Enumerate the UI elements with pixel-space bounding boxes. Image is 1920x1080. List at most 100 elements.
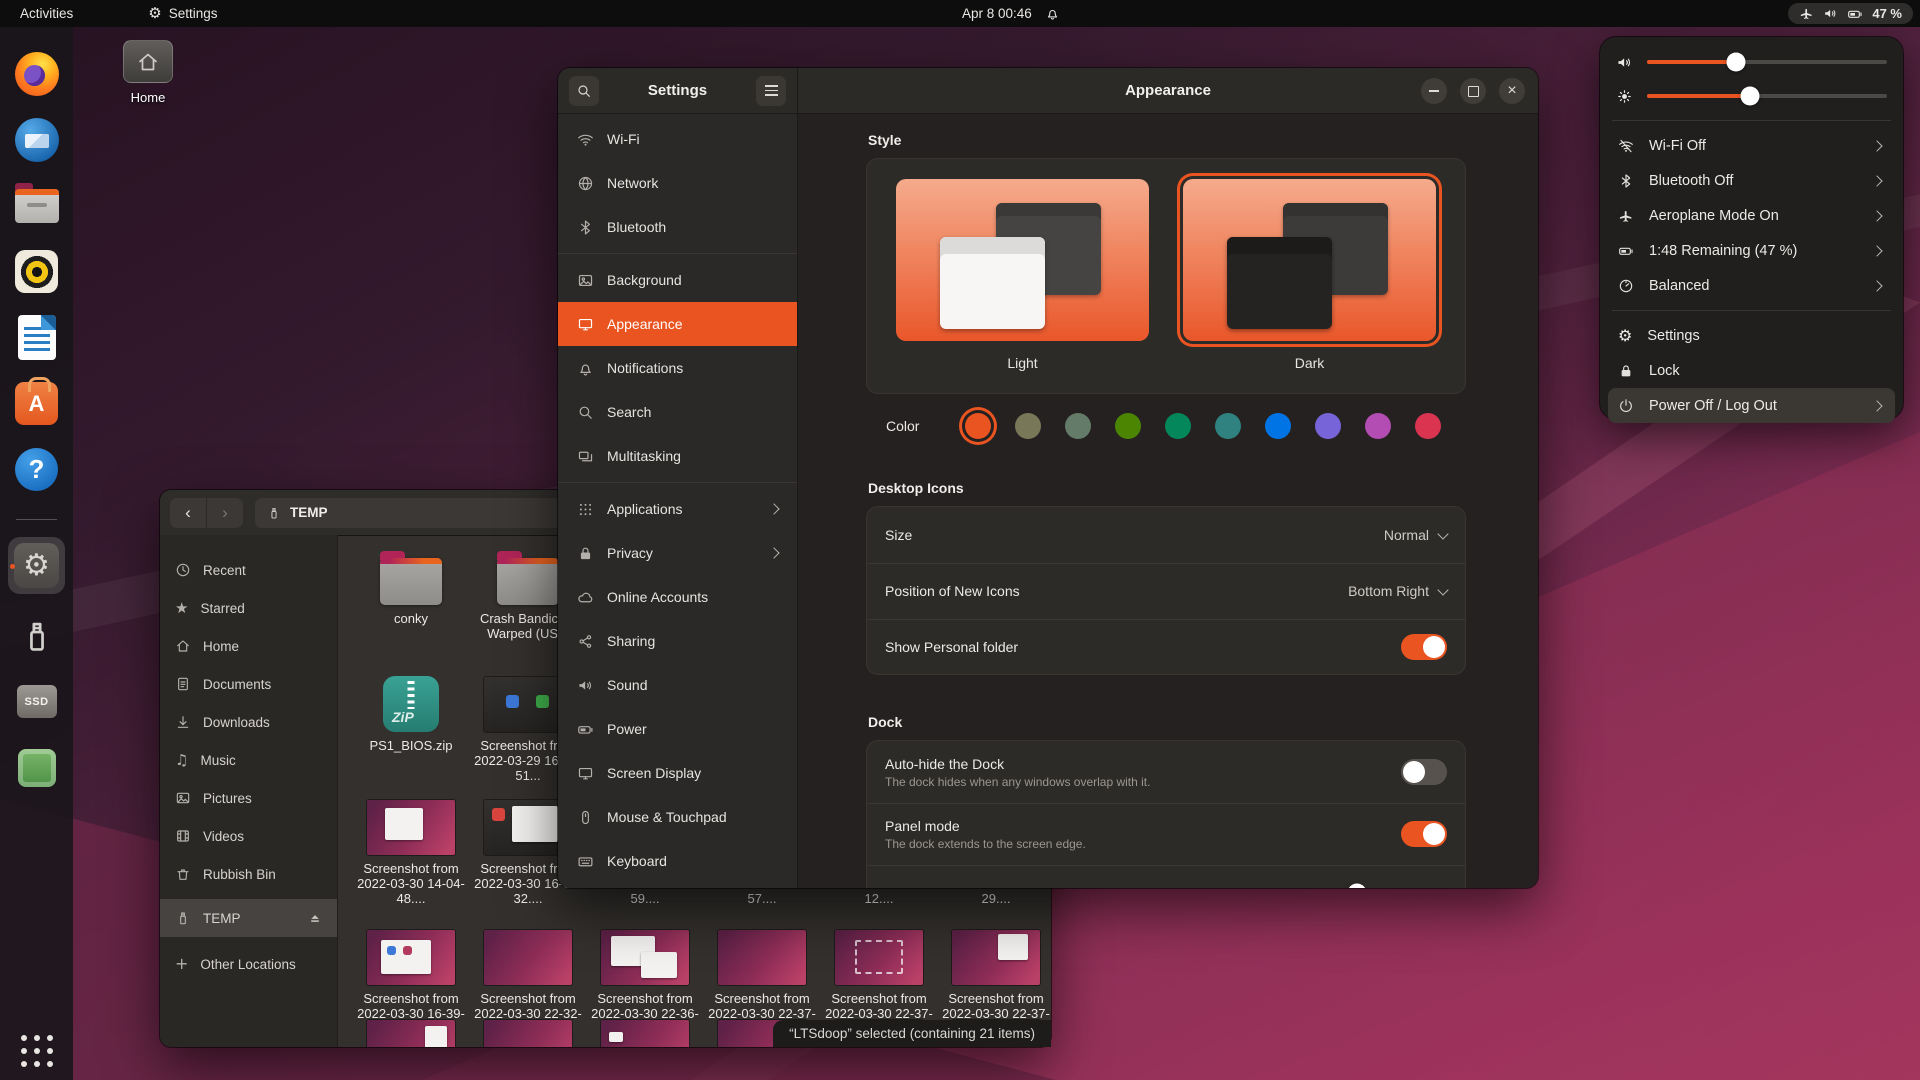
color-swatch-sage[interactable] [1065,413,1091,439]
file-folder-conky[interactable]: conky [355,545,467,626]
desktop-icons-card: Size Normal Position of New Icons Bottom… [866,506,1466,675]
maximize-button[interactable] [1460,78,1486,104]
close-button[interactable]: × [1499,78,1525,104]
menu-power-off-log-out[interactable]: Power Off / Log Out [1608,388,1895,423]
sidebar-item-home[interactable]: Home [160,627,337,665]
volume-slider[interactable] [1647,60,1887,64]
color-swatch-orange[interactable] [965,413,991,439]
drive-icon [18,749,56,787]
appearance-panel: Style Light Dark Color [798,114,1538,888]
dock-thunderbird[interactable] [8,111,65,168]
position-value: Bottom Right [1348,583,1429,599]
dock-settings[interactable]: ⚙ [8,537,65,594]
dock-libreoffice-writer[interactable] [8,309,65,366]
menu-power-mode[interactable]: Balanced [1608,268,1895,303]
dock-separator [16,519,57,520]
nav-mouse-touchpad[interactable]: Mouse & Touchpad [558,795,797,839]
primary-menu-button[interactable] [756,76,786,106]
color-swatch-bark[interactable] [1015,413,1041,439]
sidebar-item-videos[interactable]: Videos [160,817,337,855]
dock-firefox[interactable] [8,45,65,102]
color-swatch-red[interactable] [1415,413,1441,439]
nav-appearance[interactable]: Appearance [558,302,797,346]
chevron-down-icon [1437,584,1448,595]
dock-rhythmbox[interactable] [8,243,65,300]
nav-online-accounts[interactable]: Online Accounts [558,575,797,619]
dock-files[interactable] [8,177,65,234]
file-ps1-bios-zip[interactable]: PS1_BIOS.zip [355,672,467,753]
dock-ubuntu-software[interactable]: A [8,375,65,432]
path-bar[interactable]: TEMP [255,498,579,528]
nav-sound[interactable]: Sound [558,663,797,707]
desktop-icons-heading: Desktop Icons [868,480,964,496]
nav-sharing[interactable]: Sharing [558,619,797,663]
show-personal-folder-toggle[interactable] [1401,634,1447,660]
sidebar-item-rubbish-bin[interactable]: Rubbish Bin [160,855,337,893]
nav-search[interactable]: Search [558,390,797,434]
file-screenshot[interactable] [472,1015,584,1047]
eject-icon[interactable] [308,911,322,925]
nav-bluetooth[interactable]: Bluetooth [558,205,797,249]
search-button[interactable] [569,76,599,106]
show-apps-grid-icon [21,1035,53,1067]
style-option-dark[interactable] [1183,179,1436,341]
sidebar-item-downloads[interactable]: Downloads [160,703,337,741]
system-tray-button[interactable]: 47 % [1788,3,1913,24]
minimize-button[interactable] [1421,78,1447,104]
activities-button[interactable]: Activities [10,0,83,27]
style-option-light[interactable] [896,179,1149,341]
size-row[interactable]: Size Normal [867,507,1465,563]
sidebar-item-pictures[interactable]: Pictures [160,779,337,817]
menu-settings[interactable]: ⚙Settings [1608,318,1895,353]
color-swatch-viridian[interactable] [1165,413,1191,439]
panel-mode-toggle[interactable] [1401,821,1447,847]
files-sidebar: Recent ★Starred Home Documents Downloads… [160,535,338,1047]
menu-lock[interactable]: Lock [1608,353,1895,388]
nav-screen-display[interactable]: Screen Display [558,751,797,795]
position-row[interactable]: Position of New Icons Bottom Right [867,563,1465,619]
menu-battery[interactable]: 1:48 Remaining (47 %) [1608,233,1895,268]
nav-background[interactable]: Background [558,258,797,302]
file-screenshot[interactable] [355,1015,467,1047]
sidebar-item-temp[interactable]: TEMP [160,899,337,937]
nav-privacy[interactable]: Privacy [558,531,797,575]
file-screenshot[interactable] [589,1015,701,1047]
dock-show-applications[interactable] [8,1022,65,1079]
sidebar-item-starred[interactable]: ★Starred [160,589,337,627]
dock-usb-drive[interactable] [8,607,65,664]
nav-keyboard[interactable]: Keyboard [558,839,797,883]
forward-button[interactable]: › [207,498,243,528]
menu-wifi[interactable]: Wi-Fi Off [1608,128,1895,163]
color-swatch-magenta[interactable] [1365,413,1391,439]
autohide-toggle[interactable] [1401,759,1447,785]
dock-drive[interactable] [8,739,65,796]
nav-power[interactable]: Power [558,707,797,751]
desktop-home-folder[interactable]: Home [112,40,184,105]
menu-bluetooth[interactable]: Bluetooth Off [1608,163,1895,198]
color-swatch-blue[interactable] [1265,413,1291,439]
sidebar-item-documents[interactable]: Documents [160,665,337,703]
nav-multitasking[interactable]: Multitasking [558,434,797,478]
dock-help[interactable]: ? [8,441,65,498]
back-button[interactable]: ‹ [170,498,207,528]
color-swatch-prussian[interactable] [1215,413,1241,439]
nav-network[interactable]: Network [558,161,797,205]
sidebar-item-other-locations[interactable]: +Other Locations [160,945,337,983]
sidebar-item-music[interactable]: ♫Music [160,741,337,779]
close-icon: × [1507,83,1516,99]
app-menu-button[interactable]: ⚙ Settings [138,0,227,27]
music-note-icon: ♫ [175,753,188,768]
dock-ssd-drive[interactable]: SSD [8,673,65,730]
sidebar-item-recent[interactable]: Recent [160,551,337,589]
file-screenshot[interactable]: Screenshot from 2022-03-30 14-04-48.... [355,795,467,906]
selection-status-bar: “LTSdoop” selected (containing 21 items) [773,1020,1051,1047]
nav-applications[interactable]: Applications [558,487,797,531]
color-swatch-olive[interactable] [1115,413,1141,439]
brightness-slider[interactable] [1647,94,1887,98]
clock-button[interactable]: Apr 8 00:46 [952,0,1070,27]
color-swatch-purple[interactable] [1315,413,1341,439]
nav-notifications[interactable]: Notifications [558,346,797,390]
nav-wifi[interactable]: Wi-Fi [558,117,797,161]
menu-aeroplane-mode[interactable]: Aeroplane Mode On [1608,198,1895,233]
size-value: Normal [1384,527,1429,543]
